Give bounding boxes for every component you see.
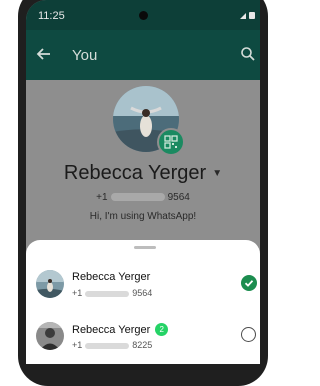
qr-code-icon: [164, 135, 178, 149]
account-phone-suffix: 8225: [132, 340, 153, 350]
front-camera: [139, 11, 148, 20]
redacted-digits: [110, 193, 165, 202]
profile-phone-prefix: +1: [96, 192, 108, 203]
account-switcher-sheet: Rebecca Yerger +1 9564 Rebecca Yerger 2: [26, 240, 260, 364]
signal-icon: [240, 12, 255, 19]
account-name: Rebecca Yerger 2: [72, 323, 169, 336]
chevron-down-icon[interactable]: ▼: [212, 168, 222, 179]
profile-name: Rebecca Yerger: [63, 162, 207, 184]
redacted-digits: [85, 342, 130, 349]
status-time: 11:25: [38, 10, 65, 22]
account-name: Rebecca Yerger: [72, 271, 151, 283]
account-item[interactable]: Rebecca Yerger +1 9564: [26, 268, 260, 308]
account-phone: +1 8225: [72, 340, 152, 350]
profile-phone: +1 9564: [26, 192, 260, 203]
account-item[interactable]: Rebecca Yerger 2 +1 8225: [26, 320, 260, 360]
app-bar: You: [26, 30, 260, 80]
account-avatar: [36, 322, 64, 350]
account-phone: +1 9564: [72, 288, 152, 298]
account-phone-prefix: +1: [72, 340, 83, 350]
account-phone-suffix: 9564: [132, 288, 153, 298]
profile-status: Hi, I'm using WhatsApp!: [89, 211, 197, 222]
account-name-text: Rebecca Yerger: [72, 324, 151, 336]
profile-name-row[interactable]: Rebecca Yerger ▼: [26, 162, 260, 185]
account-phone-prefix: +1: [72, 288, 83, 298]
drag-handle[interactable]: [134, 246, 156, 249]
qr-code-button[interactable]: [157, 128, 185, 156]
app-bar-title: You: [72, 47, 98, 64]
search-icon[interactable]: [240, 46, 256, 62]
redacted-digits: [85, 290, 130, 297]
back-arrow-icon[interactable]: [36, 46, 52, 62]
account-radio[interactable]: [241, 327, 256, 342]
profile-phone-suffix: 9564: [167, 192, 190, 203]
account-avatar: [36, 270, 64, 298]
phone-screen: 11:25 You Rebecca Yerger ▼ +1 9564 Hi, I…: [26, 0, 260, 364]
unread-badge: 2: [155, 323, 169, 336]
selected-check-icon: [241, 275, 257, 291]
profile-section: Rebecca Yerger ▼ +1 9564 Hi, I'm using Wha…: [26, 80, 260, 240]
status-bar: 11:25: [26, 0, 260, 30]
